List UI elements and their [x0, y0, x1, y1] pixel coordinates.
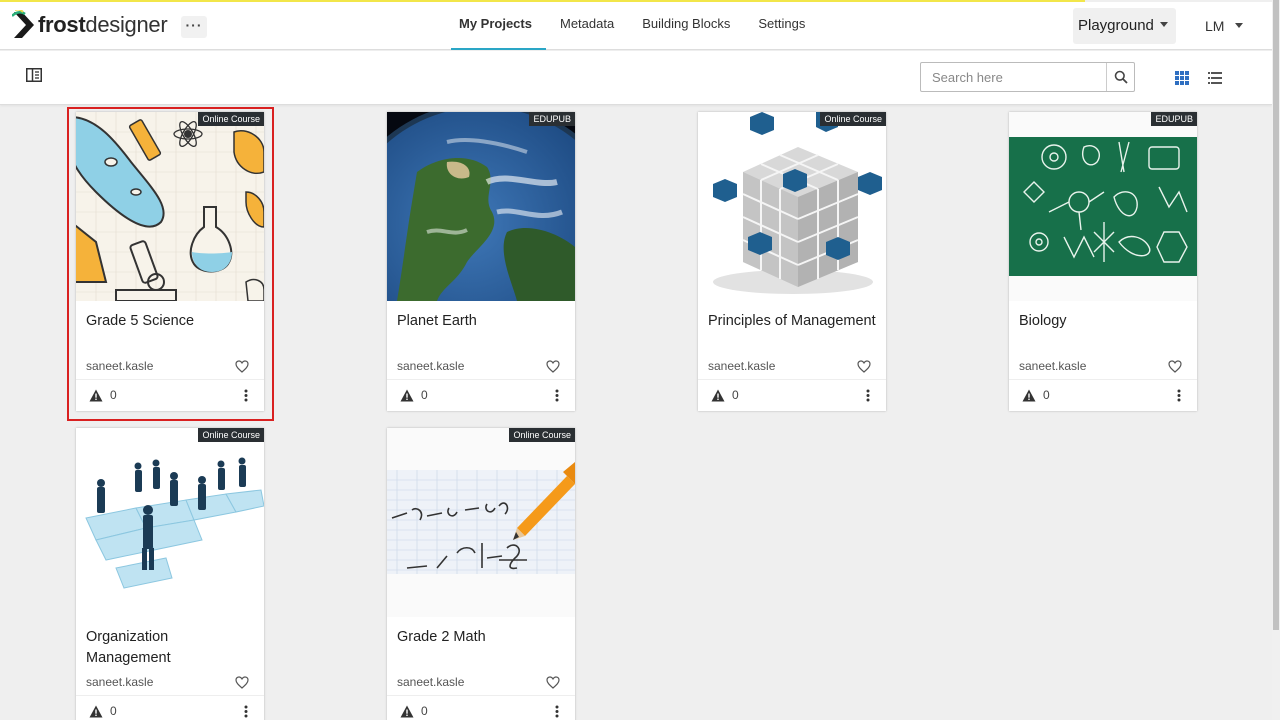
scrollbar-thumb[interactable]: [1273, 0, 1279, 630]
logo-text-light: designer: [85, 12, 168, 37]
warning-icon: [400, 705, 414, 718]
project-title[interactable]: Organization Management: [86, 627, 256, 669]
kebab-menu-icon[interactable]: [244, 705, 248, 718]
project-thumbnail: [76, 428, 264, 617]
project-author: saneet.kasle: [86, 359, 154, 373]
list-view-icon[interactable]: [1208, 71, 1222, 85]
project-title[interactable]: Biology: [1019, 311, 1189, 332]
warning-icon: [89, 389, 103, 402]
warning-icon: [1022, 389, 1036, 402]
tab-metadata[interactable]: Metadata: [546, 2, 628, 50]
project-title[interactable]: Principles of Management: [708, 311, 878, 332]
warning-count: 0: [732, 388, 739, 402]
search-box: [920, 62, 1135, 92]
heart-icon[interactable]: [546, 360, 560, 373]
tab-my-projects[interactable]: My Projects: [445, 2, 546, 50]
warning-icon: [711, 389, 725, 402]
main-nav: My Projects Metadata Building Blocks Set…: [445, 2, 819, 50]
page-scrollbar[interactable]: [1272, 0, 1280, 720]
card-divider: [698, 379, 886, 380]
projects-toolbar: [0, 51, 1272, 105]
project-author: saneet.kasle: [708, 359, 776, 373]
chevron-down-icon: [1159, 21, 1168, 27]
project-card-biology[interactable]: EDUPUB Biology saneet.kasle 0: [1009, 112, 1197, 411]
project-title[interactable]: Grade 5 Science: [86, 311, 256, 332]
tab-settings[interactable]: Settings: [744, 2, 819, 50]
kebab-menu-icon[interactable]: [244, 389, 248, 402]
tab-building-blocks[interactable]: Building Blocks: [628, 2, 744, 50]
heart-icon[interactable]: [235, 676, 249, 689]
search-button[interactable]: [1106, 63, 1134, 91]
project-type-badge: Online Course: [820, 112, 886, 126]
heart-icon[interactable]: [1168, 360, 1182, 373]
workspace-dropdown[interactable]: Playground: [1073, 8, 1176, 44]
project-card-organization-management[interactable]: Online Course Organization Management sa…: [76, 428, 264, 720]
project-title[interactable]: Planet Earth: [397, 311, 567, 332]
chevron-down-icon: [1235, 22, 1244, 28]
project-type-badge: EDUPUB: [529, 112, 575, 126]
kebab-menu-icon[interactable]: [1177, 389, 1181, 402]
project-card-grade-2-math[interactable]: Online Course Grade 2 Math saneet.kasle …: [387, 428, 575, 720]
logo-arrow-icon: [12, 10, 34, 38]
project-author: saneet.kasle: [397, 675, 465, 689]
project-thumbnail: [1009, 112, 1197, 301]
project-card-principles-of-management[interactable]: Online Course Principles of Management s…: [698, 112, 886, 411]
toggle-panel-icon[interactable]: [26, 68, 42, 82]
card-divider: [76, 379, 264, 380]
warning-icon: [89, 705, 103, 718]
project-author: saneet.kasle: [397, 359, 465, 373]
project-author: saneet.kasle: [86, 675, 154, 689]
project-thumbnail: [76, 112, 264, 301]
frost-designer-logo[interactable]: frostdesigner: [12, 8, 168, 42]
grid-view-icon[interactable]: [1175, 71, 1189, 85]
project-card-grade-5-science[interactable]: Online Course Grade 5 Science saneet.kas…: [76, 112, 264, 411]
project-author: saneet.kasle: [1019, 359, 1087, 373]
heart-icon[interactable]: [235, 360, 249, 373]
heart-icon[interactable]: [857, 360, 871, 373]
card-divider: [387, 695, 575, 696]
project-type-badge: Online Course: [509, 428, 575, 442]
project-card-planet-earth[interactable]: EDUPUB Planet Earth saneet.kasle 0: [387, 112, 575, 411]
project-title[interactable]: Grade 2 Math: [397, 627, 567, 648]
kebab-menu-icon[interactable]: [555, 389, 559, 402]
project-type-badge: EDUPUB: [1151, 112, 1197, 126]
warning-count: 0: [110, 704, 117, 718]
warning-icon: [400, 389, 414, 402]
project-type-badge: Online Course: [198, 112, 264, 126]
card-divider: [387, 379, 575, 380]
project-type-badge: Online Course: [198, 428, 264, 442]
warning-count: 0: [110, 388, 117, 402]
user-initials: LM: [1205, 18, 1225, 34]
warning-count: 0: [1043, 388, 1050, 402]
project-thumbnail: [387, 112, 575, 301]
logo-text-bold: frost: [38, 12, 86, 37]
heart-icon[interactable]: [546, 676, 560, 689]
card-divider: [76, 695, 264, 696]
kebab-menu-icon[interactable]: [866, 389, 870, 402]
warning-count: 0: [421, 388, 428, 402]
search-icon: [1114, 70, 1128, 84]
workspace-label: Playground: [1078, 17, 1154, 34]
card-divider: [1009, 379, 1197, 380]
project-thumbnail: [387, 428, 575, 617]
more-options-button[interactable]: ···: [181, 16, 207, 38]
warning-count: 0: [421, 704, 428, 718]
kebab-menu-icon[interactable]: [555, 705, 559, 718]
search-input[interactable]: [921, 63, 1107, 91]
user-menu[interactable]: LM: [1205, 8, 1244, 44]
app-header: frostdesigner ··· My Projects Metadata B…: [0, 2, 1272, 50]
project-thumbnail: [698, 112, 886, 301]
